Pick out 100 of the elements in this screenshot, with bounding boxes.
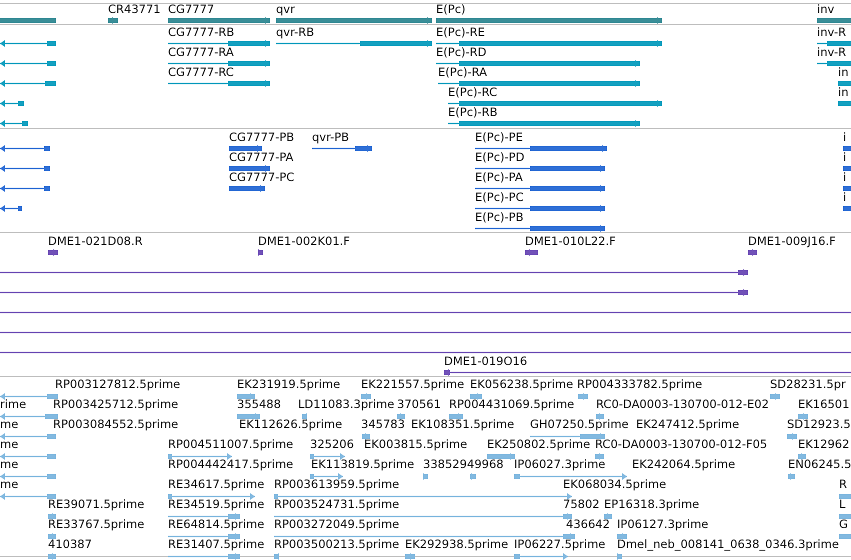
feature-label[interactable]: RP003524731.5prime: [274, 498, 400, 511]
feature-label[interactable]: 370561: [397, 398, 441, 411]
feature-label[interactable]: RP003127812.5prime: [55, 378, 180, 391]
feature-label[interactable]: EK112626.5prime: [239, 418, 342, 431]
feature-label[interactable]: me: [0, 418, 18, 431]
feature-label[interactable]: DME1-021D08.R: [48, 235, 143, 248]
feature-label[interactable]: i: [843, 151, 846, 164]
feature-label[interactable]: L: [839, 498, 846, 511]
feature-label[interactable]: EK231919.5prime: [237, 378, 340, 391]
feature-label[interactable]: DME1-009J16.F: [748, 235, 836, 248]
feature-label[interactable]: 355488: [237, 398, 281, 411]
feature-label[interactable]: IP06027.3prime: [514, 458, 606, 471]
feature-label[interactable]: CR43771: [108, 3, 161, 16]
feature-label[interactable]: qvr: [276, 3, 295, 16]
feature-label[interactable]: 338529: [423, 458, 467, 471]
feature-label[interactable]: CG7777-PC: [229, 171, 294, 184]
feature-label[interactable]: RP003084552.5prime: [53, 418, 178, 431]
feature-label[interactable]: RP003425712.5prime: [53, 398, 178, 411]
feature-label[interactable]: DME1-002K01.F: [258, 235, 350, 248]
feature-label[interactable]: RE64814.5prime: [168, 518, 264, 531]
feature-label[interactable]: RP003272049.5prime: [274, 518, 400, 531]
feature-label[interactable]: rime: [0, 398, 26, 411]
feature-label[interactable]: DME1-010L22.F: [525, 235, 616, 248]
feature-label[interactable]: IP06127.3prime: [617, 518, 708, 531]
feature-label[interactable]: RE31407.5prime: [168, 538, 264, 551]
feature-label[interactable]: EK250802.5prime: [487, 438, 590, 451]
feature-label[interactable]: 410387: [48, 538, 92, 551]
feature-label[interactable]: Dmel_neb_008141_0638_0346.3prime: [617, 538, 839, 551]
feature-label[interactable]: E(Pc)-RC: [448, 86, 498, 99]
feature-label[interactable]: me: [0, 438, 18, 451]
feature-label[interactable]: CG7777-RA: [168, 46, 234, 59]
feature-label[interactable]: CG7777-RC: [168, 66, 234, 79]
feature-label[interactable]: i: [843, 191, 846, 204]
feature-label[interactable]: RP004442417.5prime: [168, 458, 294, 471]
feature-label[interactable]: EK068034.5prime: [563, 478, 666, 491]
feature-arrow: [617, 552, 622, 560]
feature-label[interactable]: RE34617.5prime: [168, 478, 264, 491]
feature-label[interactable]: 75802: [563, 498, 600, 511]
feature-label[interactable]: CG7777: [168, 3, 214, 16]
feature-label[interactable]: RP003613959.5prime: [274, 478, 400, 491]
feature-label[interactable]: EN06245.5: [788, 458, 851, 471]
feature-label[interactable]: me: [0, 458, 18, 471]
feature-arrow: [48, 532, 56, 540]
feature-label[interactable]: E(Pc)-PE: [475, 131, 523, 144]
feature-label[interactable]: EK292938.5prime: [405, 538, 508, 551]
feature-label[interactable]: RC0-DA0003-130700-012-F05: [595, 438, 768, 451]
feature-label[interactable]: inv-R: [817, 46, 846, 59]
feature-label[interactable]: E(Pc)-PA: [475, 171, 523, 184]
feature-label[interactable]: 325206: [310, 438, 354, 451]
feature-label[interactable]: EK113819.5prime: [311, 458, 414, 471]
feature-label[interactable]: IP06227.5prime: [514, 538, 606, 551]
feature-label[interactable]: qvr-RB: [276, 26, 314, 39]
feature-label[interactable]: EP16318.3prime: [604, 498, 700, 511]
feature-label[interactable]: EK003815.5prime: [364, 438, 468, 451]
feature-label[interactable]: RE34519.5prime: [168, 498, 264, 511]
feature-label[interactable]: G: [839, 518, 848, 531]
feature-label[interactable]: me: [0, 478, 18, 491]
feature-label[interactable]: 345783: [361, 418, 405, 431]
feature-label[interactable]: E(Pc)-RA: [438, 66, 488, 79]
feature-label[interactable]: E(Pc): [436, 3, 466, 16]
feature-label[interactable]: EK242064.5prime: [632, 458, 736, 471]
feature-label[interactable]: EK108351.5prime: [411, 418, 514, 431]
feature-label[interactable]: E(Pc)-RD: [436, 46, 486, 59]
feature-label[interactable]: EK056238.5prime: [470, 378, 574, 391]
feature-label[interactable]: E(Pc)-PD: [475, 151, 524, 164]
feature-label[interactable]: CG7777-PA: [229, 151, 294, 164]
feature-label[interactable]: E(Pc)-RE: [436, 26, 485, 39]
feature-label[interactable]: RE33767.5prime: [48, 518, 144, 531]
feature-arrow: [0, 432, 56, 440]
feature-label[interactable]: inv-R: [817, 26, 846, 39]
feature-label[interactable]: EK247412.5prime: [636, 418, 740, 431]
feature-label[interactable]: CG7777-PB: [229, 131, 294, 144]
feature-label[interactable]: EK16501: [798, 398, 850, 411]
feature-label[interactable]: EK221557.5prime: [361, 378, 464, 391]
feature-label[interactable]: RE39071.5prime: [48, 498, 144, 511]
feature-label[interactable]: RP004333782.5prime: [577, 378, 702, 391]
feature-label[interactable]: E(Pc)-PB: [475, 211, 524, 224]
feature-label[interactable]: CG7777-RB: [168, 26, 234, 39]
feature-arrow: [817, 40, 851, 46]
feature-label[interactable]: RP003500213.5prime: [274, 538, 400, 551]
feature-label[interactable]: 49968: [467, 458, 504, 471]
feature-label[interactable]: SD12923.5: [787, 418, 851, 431]
feature-label[interactable]: DME1-019O16: [444, 355, 528, 368]
feature-label[interactable]: GH07250.5prime: [530, 418, 629, 431]
feature-label[interactable]: R: [839, 478, 847, 491]
feature-label[interactable]: in: [838, 66, 848, 79]
feature-label[interactable]: LD11083.3prime: [298, 398, 394, 411]
feature-label[interactable]: qvr-PB: [312, 131, 350, 144]
feature-label[interactable]: RP004511007.5prime: [168, 438, 294, 451]
feature-label[interactable]: EK12962: [798, 438, 850, 451]
feature-label[interactable]: inv: [817, 3, 834, 16]
feature-label[interactable]: 436642: [566, 518, 610, 531]
feature-label[interactable]: SD28231.5pr: [770, 378, 846, 391]
feature-label[interactable]: in: [838, 86, 848, 99]
feature-label[interactable]: RC0-DA0003-130700-012-E02: [596, 398, 769, 411]
feature-label[interactable]: RP004431069.5prime: [449, 398, 574, 411]
feature-label[interactable]: E(Pc)-RB: [448, 106, 498, 119]
feature-label[interactable]: i: [843, 131, 846, 144]
feature-label[interactable]: i: [843, 171, 846, 184]
feature-label[interactable]: E(Pc)-PC: [475, 191, 524, 204]
